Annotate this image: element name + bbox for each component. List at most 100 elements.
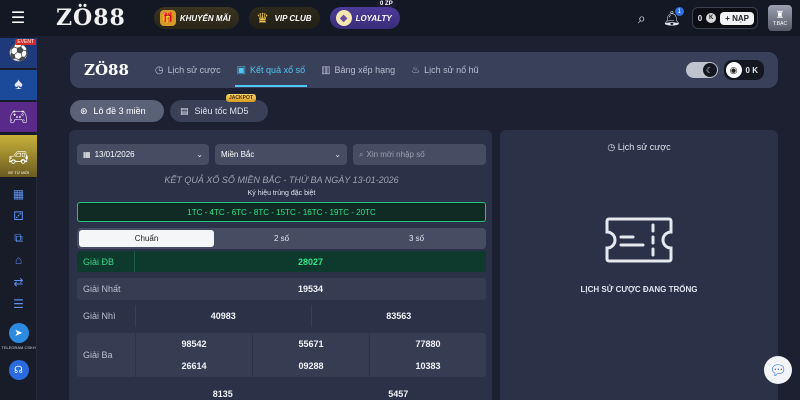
support-chat-button[interactable]: ☊ — [0, 360, 37, 380]
telegram-icon: ➤ — [8, 323, 29, 343]
dice-icon: ⚂ — [13, 209, 24, 223]
prize-number: 83563 — [310, 305, 487, 327]
soccer-ball-icon: ⚽ — [8, 45, 29, 62]
prize-row-fourth: 8135 5457 — [77, 388, 486, 400]
top-bar: ☰ ZÖ88 🎁 KHUYẾN MÃI ♛ VIP CLUB ◆ LOYALTY… — [0, 0, 800, 36]
bank-icon: ⌂ — [14, 253, 23, 267]
number-search-input[interactable]: ⌕ Xin mời nhập số — [353, 144, 486, 165]
tab-label: Lịch sử nổ hũ — [424, 65, 479, 75]
prize-row-second: Giải Nhì 40983 83563 — [77, 305, 486, 327]
rail-item-bank[interactable]: ⌂ — [0, 249, 37, 271]
prize-label: Giải ĐB — [77, 251, 135, 272]
tab-label: Lịch sử cược — [167, 65, 221, 75]
prize-row-special: Giải ĐB 28027 — [77, 251, 486, 272]
date-value: 13/01/2026 — [94, 150, 135, 159]
prize-label: Giải Ba — [83, 350, 113, 360]
prize-row-first: Giải Nhất 19534 — [77, 278, 486, 300]
empty-history-text: LỊCH SỬ CƯỢC ĐANG TRỐNG — [580, 285, 698, 294]
clock-icon: ◷ — [154, 64, 164, 76]
ticket-icon: ▦ — [12, 187, 25, 201]
bell-icon[interactable]: 🔔︎ 1 — [662, 7, 684, 28]
prize-number: 40983 — [135, 305, 311, 327]
rail-item-share[interactable]: ⇄ — [0, 271, 37, 293]
bet-history-panel — [500, 130, 778, 400]
mode-label: Siêu tốc MD5 — [194, 106, 249, 116]
prize-number: 8135 — [212, 389, 233, 399]
mode-sieu-toc-button[interactable]: ▤ Siêu tốc MD5 JACKPOT — [170, 94, 268, 122]
view-mode-tabs: Chuẩn 2 số 3 số — [77, 228, 486, 249]
deposit-button[interactable]: + NẠP — [720, 11, 754, 25]
chevron-down-icon: ⌄ — [196, 150, 203, 159]
tab-mode-3-digits[interactable]: 3 số — [349, 230, 484, 247]
brand-logo[interactable]: ZÖ88 — [56, 5, 126, 31]
region-value: Miền Bắc — [221, 150, 255, 159]
tab-leaderboard[interactable]: ▥ Bảng xếp hạng — [313, 52, 403, 88]
notification-count-badge: 1 — [674, 7, 684, 16]
date-select[interactable]: ▦ 13/01/2026 ⌄ — [77, 144, 209, 165]
results-heading: KẾT QUẢ XỔ SỐ MIỀN BẮC - THỨ BA NGÀY 13-… — [164, 175, 399, 185]
tab-label: Bảng xếp hạng — [334, 65, 396, 75]
rail-item-lottery[interactable]: ▦ — [0, 183, 37, 205]
lottery-machine-icon: ▤ — [180, 105, 189, 116]
history-title: ◷ Lịch sử cược — [607, 142, 671, 152]
theme-toggle[interactable] — [685, 62, 718, 78]
balance-display: ◉ 0 K — [723, 60, 764, 80]
empty-ticket-icon — [605, 217, 673, 263]
promo-label: LOYALTY — [355, 13, 392, 23]
prize-label — [77, 388, 135, 400]
tab-bet-history[interactable]: ◷ Lịch sử cược — [147, 52, 229, 88]
promo-loyalty-button[interactable]: ◆ LOYALTY 0 ZP — [329, 1, 400, 29]
share-icon: ⇄ — [13, 275, 24, 289]
tab-mode-standard[interactable]: Chuẩn — [79, 230, 214, 247]
car-icon: 🚙︎ — [8, 150, 29, 167]
live-chat-button[interactable]: 💬︎ — [764, 356, 792, 384]
prize-number: 77880 — [368, 333, 486, 355]
rail-item-news[interactable]: ☰ — [0, 293, 37, 315]
tab-lottery-results[interactable]: ▣ Kết quả xổ số — [229, 52, 314, 88]
special-codes-box: 1TC - 4TC - 6TC - 8TC - 15TC - 16TC - 19… — [77, 202, 486, 222]
rank-badge-icon: ♜ — [775, 9, 785, 21]
menu-toggle-icon[interactable]: ☰ — [0, 0, 36, 36]
prize-number: 10383 — [368, 355, 486, 377]
jackpot-badge: JACKPOT — [226, 94, 256, 102]
mode-label: Lô đề 3 miền — [93, 106, 146, 116]
clock-icon: ◷ — [607, 142, 616, 152]
tab-label: Kết quả xổ số — [250, 65, 306, 75]
promo-khuyen-mai-button[interactable]: 🎁 KHUYẾN MÃI — [153, 7, 239, 29]
prize-number: 09288 — [251, 355, 369, 377]
tab-jackpot-history[interactable]: ♨ Lịch sử nổ hũ — [403, 52, 487, 88]
prize-number: 19534 — [297, 284, 324, 294]
calendar-check-icon: ▣ — [236, 64, 247, 76]
prize-number: 26614 — [135, 355, 252, 377]
mode-lode-3-mien-button[interactable]: ⊛ Lô đề 3 miền — [70, 100, 164, 122]
bar-chart-icon: ▥ — [321, 64, 331, 76]
coin-icon: K — [706, 13, 717, 23]
rail-game-controller[interactable]: 🎮︎ — [0, 102, 37, 132]
wallet-widget: 0 K + NẠP — [691, 7, 758, 29]
car-caption: XE TỪ MỚI — [7, 170, 30, 175]
rail-car-promo[interactable]: 🚙︎ XE TỪ MỚI — [0, 135, 37, 177]
prize-number: 28027 — [297, 256, 324, 267]
prize-number: 98542 — [135, 333, 252, 355]
calendar-icon: ▦ — [83, 150, 91, 159]
chat-bubble-icon: 💬︎ — [769, 361, 787, 378]
telegram-support-button[interactable]: ➤ TELEGRAM CSKH — [0, 323, 37, 350]
rail-item-bet[interactable]: ⚂ — [0, 205, 37, 227]
special-codes-label: Ký hiệu trúng đặc biệt — [247, 190, 316, 197]
prize-number: 55671 — [251, 333, 369, 355]
region-select[interactable]: Miền Bắc ⌄ — [215, 144, 347, 165]
rail-game-cards[interactable]: ♠ — [0, 70, 37, 100]
search-icon[interactable]: ⌕ — [632, 8, 652, 28]
results-subnav: ZÖ88 ◷ Lịch sử cược ▣ Kết quả xổ số ▥ Bả… — [70, 52, 778, 88]
user-icon: ◉ — [725, 62, 742, 78]
promo-vip-club-button[interactable]: ♛ VIP CLUB — [248, 7, 320, 29]
rail-game-event[interactable]: ⚽ EVENT — [0, 38, 37, 68]
cards-icon: ♠ — [14, 76, 23, 93]
left-rail: ⚽ EVENT ♠ 🎮︎ 🚙︎ XE TỪ MỚI ▦ ⚂ ⧉ ⌂ ⇄ ☰ ➤ … — [0, 36, 37, 400]
subnav-logo: ZÖ88 — [84, 61, 129, 79]
avatar[interactable]: ♜ T.BẠC — [768, 5, 792, 31]
tab-mode-2-digits[interactable]: 2 số — [214, 230, 349, 247]
rail-item-network[interactable]: ⧉ — [0, 227, 37, 249]
diamond-icon: ◆ — [335, 10, 352, 26]
search-icon: ⌕ — [359, 149, 364, 159]
